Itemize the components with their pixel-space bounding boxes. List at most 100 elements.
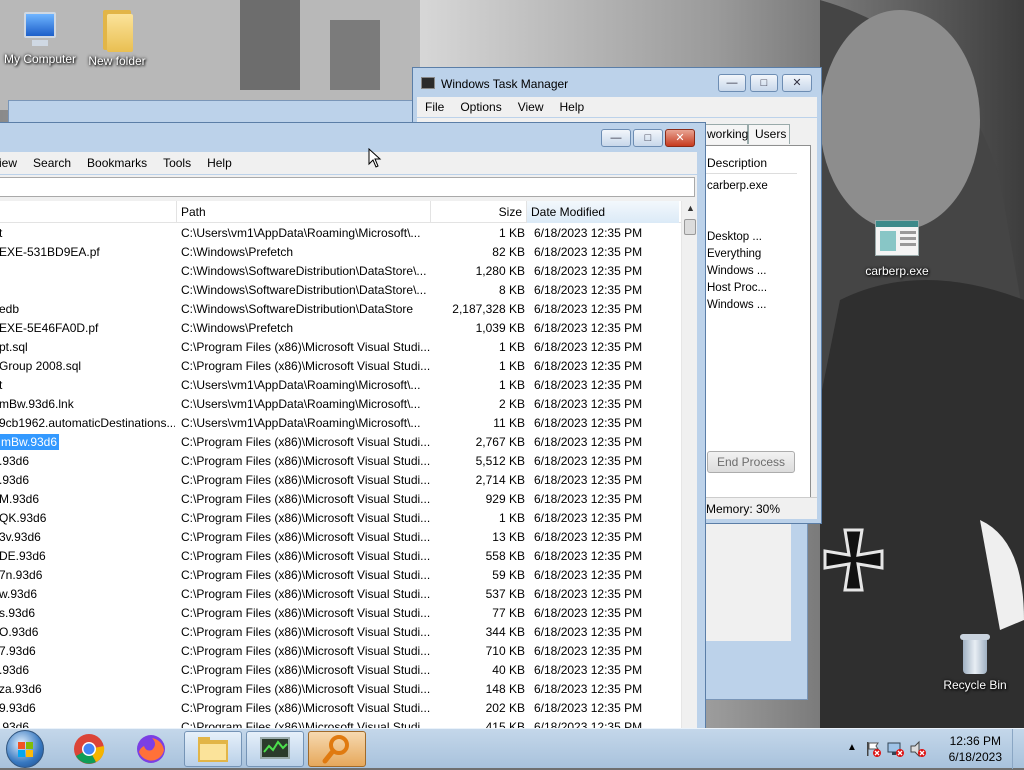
table-row[interactable]: EXE-5E46FA0D.pf C:\Windows\Prefetch 1,039 … <box>0 319 681 338</box>
menu-view[interactable]: View <box>510 100 552 114</box>
table-row[interactable]: DE.93d6 C:\Program Files (x86)\Microsoft … <box>0 547 681 566</box>
table-row[interactable]: pt.sql C:\Program Files (x86)\Microsoft V… <box>0 338 681 357</box>
everything-window[interactable]: — □ ✕ iew Search Bookmarks Tools Help Pa… <box>0 122 706 742</box>
table-row[interactable]: .93d6 C:\Program Files (x86)\Microsoft Vi… <box>0 661 681 680</box>
maximize-button[interactable]: □ <box>750 74 778 92</box>
column-date-modified[interactable]: Date Modified <box>527 201 679 223</box>
cell-name-text: mBw.93d6.lnk <box>0 397 74 411</box>
table-row[interactable]: 3v.93d6 C:\Program Files (x86)\Microsoft … <box>0 528 681 547</box>
desktop-icon-my-computer[interactable]: My Computer <box>0 10 80 66</box>
table-row[interactable]: t C:\Users\vm1\AppData\Roaming\Microsoft\… <box>0 224 681 243</box>
desktop-icon-carberp[interactable]: carberp.exe <box>857 220 937 278</box>
cell-date: 6/18/2023 12:35 PM <box>534 376 681 395</box>
cell-date-text: 6/18/2023 12:35 PM <box>534 568 643 582</box>
table-row[interactable]: mBw.93d6.lnk C:\Users\vm1\AppData\Roaming… <box>0 395 681 414</box>
everything-titlebar[interactable]: — □ ✕ <box>0 123 705 153</box>
table-row[interactable]: s.93d6 C:\Program Files (x86)\Microsoft V… <box>0 604 681 623</box>
table-row[interactable]: 7.93d6 C:\Program Files (x86)\Microsoft V… <box>0 642 681 661</box>
process-item[interactable]: Host Proc... <box>707 282 767 294</box>
cell-size: 1,280 KB <box>435 262 525 281</box>
table-row[interactable]: 9.93d6 C:\Program Files (x86)\Microsoft V… <box>0 699 681 718</box>
table-row[interactable]: .93d6 C:\Program Files (x86)\Microsoft Vi… <box>0 452 681 471</box>
cell-path-text: C:\Program Files (x86)\Microsoft Visual … <box>181 701 431 715</box>
tab-users[interactable]: Users <box>748 124 790 144</box>
taskbar-explorer[interactable] <box>184 731 242 767</box>
table-row[interactable]: mBw.93d6 C:\Program Files (x86)\Microsoft… <box>0 433 681 452</box>
everything-search-icon <box>322 735 349 764</box>
close-button[interactable]: ✕ <box>782 74 812 92</box>
tab-networking[interactable]: working <box>702 124 748 144</box>
scrollbar-thumb[interactable] <box>684 219 696 235</box>
process-item[interactable]: Desktop ... <box>707 231 762 243</box>
cell-date-text: 6/18/2023 12:35 PM <box>534 587 643 601</box>
scroll-up-arrow-icon[interactable]: ▲ <box>686 203 695 213</box>
minimize-button[interactable]: — <box>718 74 746 92</box>
tray-expand-icon[interactable]: ▲ <box>847 742 857 753</box>
results-scrollbar[interactable]: ▲ <box>681 201 697 741</box>
show-desktop-button[interactable] <box>1012 729 1024 769</box>
cell-size-text: 1,280 KB <box>475 264 525 278</box>
minimize-button[interactable]: — <box>601 129 631 147</box>
cell-date-text: 6/18/2023 12:35 PM <box>534 321 643 335</box>
clock[interactable]: 12:36 PM 6/18/2023 <box>949 733 1002 765</box>
table-row[interactable]: w.93d6 C:\Program Files (x86)\Microsoft V… <box>0 585 681 604</box>
menu-help[interactable]: Help <box>552 100 593 114</box>
cell-name-text: 9cb1962.automaticDestinations... <box>0 416 175 430</box>
table-row[interactable]: t C:\Users\vm1\AppData\Roaming\Microsoft\… <box>0 376 681 395</box>
menu-tools[interactable]: Tools <box>155 156 199 170</box>
table-row[interactable]: .93d6 C:\Program Files (x86)\Microsoft Vi… <box>0 471 681 490</box>
table-row[interactable]: EXE-531BD9EA.pf C:\Windows\Prefetch 82 KB 6… <box>0 243 681 262</box>
cell-path-text: C:\Windows\SoftwareDistribution\DataStor… <box>181 302 414 316</box>
cell-date: 6/18/2023 12:35 PM <box>534 262 681 281</box>
taskbar-firefox[interactable] <box>122 731 180 767</box>
process-item[interactable]: carberp.exe <box>707 180 768 192</box>
menu-bookmarks[interactable]: Bookmarks <box>79 156 155 170</box>
taskbar-task-manager[interactable] <box>246 731 304 767</box>
search-input[interactable] <box>0 177 695 197</box>
table-row[interactable]: 7n.93d6 C:\Program Files (x86)\Microsoft … <box>0 566 681 585</box>
desktop-icon-new-folder[interactable]: New folder <box>77 8 157 68</box>
menu-help[interactable]: Help <box>199 156 240 170</box>
cell-name: t <box>0 224 175 243</box>
cell-date: 6/18/2023 12:35 PM <box>534 566 681 585</box>
menu-view[interactable]: iew <box>0 156 25 170</box>
table-row[interactable]: C:\Windows\SoftwareDistribution\DataStor… <box>0 281 681 300</box>
table-row[interactable]: Group 2008.sql C:\Program Files (x86)\Mic… <box>0 357 681 376</box>
column-size[interactable]: Size <box>431 201 527 223</box>
cell-date: 6/18/2023 12:35 PM <box>534 490 681 509</box>
column-name[interactable] <box>0 201 177 223</box>
start-button[interactable] <box>6 730 44 768</box>
desktop-icon-recycle-bin[interactable]: Recycle Bin <box>935 632 1015 692</box>
cell-date: 6/18/2023 12:35 PM <box>534 433 681 452</box>
cell-size-text: 82 KB <box>492 245 525 259</box>
process-item[interactable]: Windows ... <box>707 299 766 311</box>
network-status-icon[interactable] <box>887 740 905 758</box>
action-center-flag-icon[interactable] <box>865 741 881 757</box>
table-row[interactable]: O.93d6 C:\Program Files (x86)\Microsoft V… <box>0 623 681 642</box>
column-path[interactable]: Path <box>177 201 431 223</box>
menu-search[interactable]: Search <box>25 156 79 170</box>
table-row[interactable]: M.93d6 C:\Program Files (x86)\Microsoft V… <box>0 490 681 509</box>
taskbar-chrome[interactable] <box>60 731 118 767</box>
cell-date-text: 6/18/2023 12:35 PM <box>534 378 643 392</box>
table-row[interactable]: C:\Windows\SoftwareDistribution\DataStor… <box>0 262 681 281</box>
cell-name-text: .93d6 <box>0 473 30 487</box>
cell-size: 2 KB <box>435 395 525 414</box>
task-manager-titlebar[interactable]: Windows Task Manager — □ ✕ <box>413 68 821 98</box>
table-row[interactable]: za.93d6 C:\Program Files (x86)\Microsoft … <box>0 680 681 699</box>
table-row[interactable]: QK.93d6 C:\Program Files (x86)\Microsoft … <box>0 509 681 528</box>
menu-options[interactable]: Options <box>452 100 509 114</box>
close-button[interactable]: ✕ <box>665 129 695 147</box>
volume-muted-icon[interactable] <box>909 740 927 758</box>
menu-file[interactable]: File <box>417 100 452 114</box>
cell-name-text: w.93d6 <box>0 587 38 601</box>
process-item[interactable]: Windows ... <box>707 265 766 277</box>
column-description[interactable]: Description <box>703 152 797 174</box>
taskbar-everything[interactable] <box>308 731 366 767</box>
table-row[interactable]: edb C:\Windows\SoftwareDistribution\DataS… <box>0 300 681 319</box>
table-row[interactable]: 9cb1962.automaticDestinations... C:\Users… <box>0 414 681 433</box>
end-process-button[interactable]: End Process <box>707 451 795 473</box>
maximize-button[interactable]: □ <box>633 129 663 147</box>
process-item[interactable]: Everything <box>707 248 761 260</box>
cell-path-text: C:\Windows\Prefetch <box>181 245 294 259</box>
